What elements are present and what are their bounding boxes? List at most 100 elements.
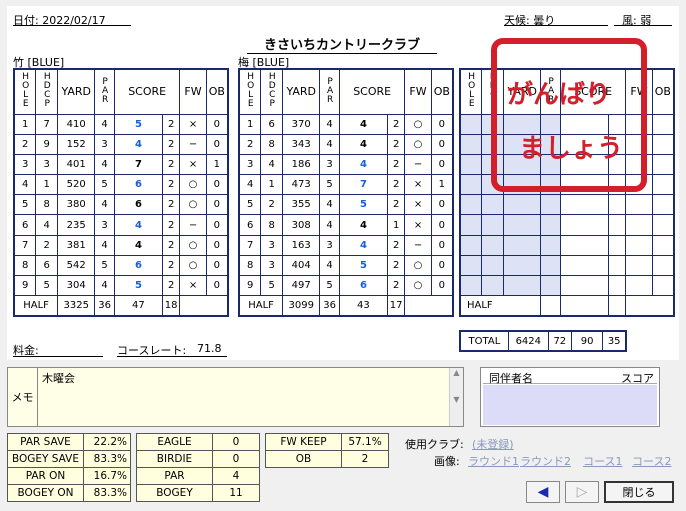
hole-cell[interactable] [503, 274, 542, 297]
hole-cell[interactable] [625, 234, 653, 256]
memo-text[interactable]: 木曜会 [42, 370, 75, 386]
hole-cell: − [404, 153, 432, 176]
companion-score-header: スコア [621, 372, 654, 385]
hole-cell[interactable] [559, 194, 609, 216]
total-yard: 6424 [507, 330, 549, 352]
hole-cell[interactable] [481, 214, 505, 236]
stat-row: BOGEY ON 83.3% [7, 484, 131, 502]
hole-cell[interactable] [481, 274, 505, 297]
stat-row: OB 2 [265, 450, 389, 468]
companions-header: 同伴者名 スコア [483, 370, 657, 385]
hole-cell[interactable] [625, 214, 653, 236]
hole-cell[interactable] [540, 194, 561, 216]
image-course1-link[interactable]: コース1 [583, 453, 622, 469]
hole-cell: × [404, 214, 432, 236]
hole-cell[interactable] [651, 214, 675, 236]
hole-cell: 4 [94, 234, 115, 256]
hole-cell: 4 [338, 133, 388, 155]
stats-rates: PAR SAVE 22.2% BOGEY SAVE 83.3% PAR ON 16.7% B… [7, 433, 131, 502]
hole-cell: 4 [319, 133, 340, 155]
hole-cell[interactable] [607, 214, 627, 236]
hole-cell[interactable] [651, 174, 675, 196]
companions-list[interactable]: 同伴者名 スコア [480, 367, 660, 427]
clubs-link[interactable]: (未登録) [472, 436, 514, 452]
close-button[interactable]: 閉じる [604, 481, 674, 503]
hole-cell[interactable] [459, 113, 483, 135]
stat-label: BIRDIE [136, 450, 213, 468]
hole-cell: 0 [205, 214, 229, 236]
images-label: 画像: [434, 455, 460, 468]
hole-cell[interactable] [459, 194, 483, 216]
hole-cell: − [179, 133, 207, 155]
hole-cell: ○ [404, 113, 432, 135]
hole-cell[interactable] [481, 254, 505, 277]
hole-cell: 2 [260, 194, 284, 216]
stat-row: FW KEEP 57.1% [265, 433, 389, 451]
hole-cell[interactable] [651, 234, 675, 256]
hole-cell[interactable] [559, 234, 609, 256]
next-button[interactable]: ▷ [565, 481, 599, 503]
hole-cell: 2 [161, 254, 181, 277]
hole-cell[interactable] [459, 254, 483, 277]
hole-cell: 8 [35, 194, 59, 216]
hole-cell[interactable] [459, 174, 483, 196]
hole-cell[interactable] [481, 234, 505, 256]
hole-cell[interactable] [651, 274, 675, 297]
stat-label: FW KEEP [265, 433, 342, 451]
hole-cell: × [179, 113, 207, 135]
hole-cell[interactable] [607, 274, 627, 297]
hole-cell: 4 [94, 274, 115, 297]
memo-scrollbar[interactable]: ▲ ▼ [449, 368, 463, 426]
hole-cell: 2 [386, 113, 406, 135]
hole-cell[interactable] [459, 234, 483, 256]
hole-cell[interactable] [651, 113, 675, 135]
hole-cell[interactable] [503, 194, 542, 216]
hole-cell[interactable] [607, 254, 627, 277]
hole-cell: 3 [319, 234, 340, 256]
hole-cell[interactable] [559, 214, 609, 236]
hole-cell[interactable] [607, 234, 627, 256]
hole-row: 6 8 308 4 4 1 × 0 [238, 214, 454, 236]
hole-cell: 6 [260, 113, 284, 135]
hole-cell: 7 [238, 234, 262, 256]
hole-row: 1 7 410 4 5 2 × 0 [13, 113, 229, 135]
hole-cell[interactable] [651, 194, 675, 216]
hole-cell: 304 [57, 274, 96, 297]
image-course2-link[interactable]: コース2 [632, 453, 671, 469]
hole-cell: 1 [238, 113, 262, 135]
hole-cell[interactable] [459, 153, 483, 176]
hole-cell: 4 [338, 214, 388, 236]
hole-cell[interactable] [540, 274, 561, 297]
prev-button[interactable]: ◀ [526, 481, 560, 503]
hole-cell[interactable] [503, 214, 542, 236]
hole-cell[interactable] [559, 254, 609, 277]
hole-cell[interactable] [651, 153, 675, 176]
hole-cell[interactable] [459, 274, 483, 297]
hole-cell[interactable] [607, 194, 627, 216]
hole-cell[interactable] [625, 194, 653, 216]
arrow-right-icon: ▷ [576, 484, 588, 500]
stat-label: PAR [136, 467, 213, 485]
hole-cell[interactable] [559, 274, 609, 297]
image-round1-link[interactable]: ラウンド1 [468, 453, 519, 469]
hole-cell[interactable] [540, 234, 561, 256]
hole-cell: 8 [260, 133, 284, 155]
hole-cell[interactable] [625, 254, 653, 277]
hole-cell[interactable] [651, 254, 675, 277]
hole-cell: ○ [404, 274, 432, 297]
scorecard: 日付: 2022/02/17 天候: 曇り 風: 弱 きさいちカントリークラブ … [7, 6, 679, 360]
hole-cell[interactable] [481, 194, 505, 216]
hole-cell[interactable] [540, 254, 561, 277]
hole-cell[interactable] [625, 274, 653, 297]
hole-cell: 1 [260, 174, 284, 196]
hole-cell[interactable] [503, 234, 542, 256]
hole-cell[interactable] [503, 254, 542, 277]
hole-cell[interactable] [540, 214, 561, 236]
hole-cell: 2 [386, 133, 406, 155]
hole-cell[interactable] [651, 133, 675, 155]
hole-cell[interactable] [459, 214, 483, 236]
col-header: SCORE [338, 68, 406, 115]
image-round2-link[interactable]: ラウンド2 [520, 453, 571, 469]
hole-cell[interactable] [459, 133, 483, 155]
stat-value: 57.1% [341, 433, 389, 451]
